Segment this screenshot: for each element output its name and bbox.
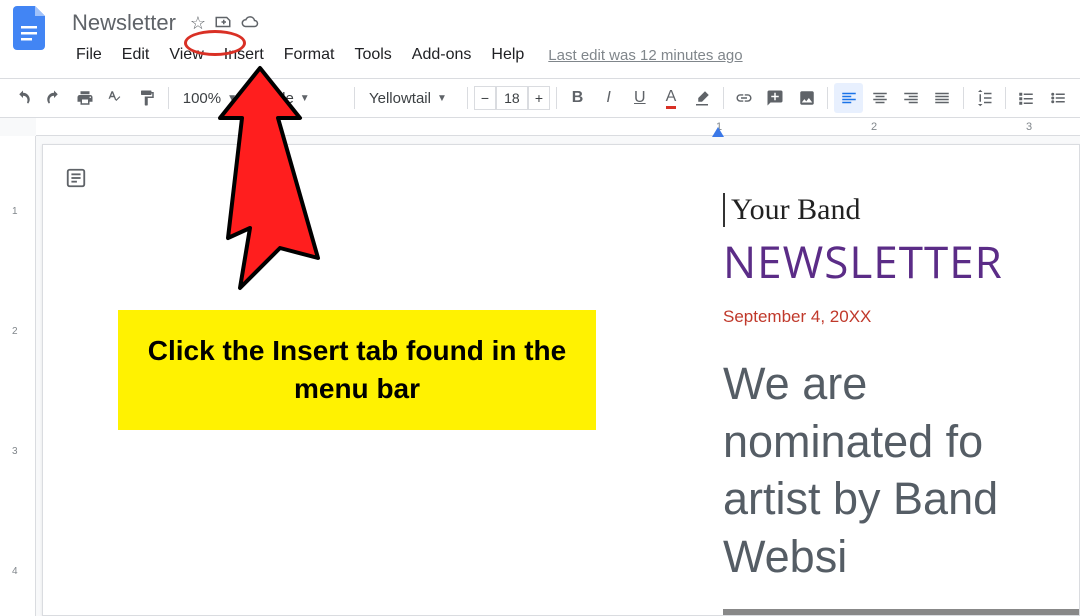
checklist-button[interactable] [1012,83,1041,113]
document-title[interactable]: Newsletter [68,8,180,38]
callout-line1: Click the Insert tab found in the [148,335,566,366]
style-dropdown[interactable]: Title ▼ [258,83,348,113]
last-edit-link[interactable]: Last edit was 12 minutes ago [548,47,742,64]
style-value: Title [266,90,294,107]
highlight-button[interactable] [688,83,717,113]
align-right-button[interactable] [896,83,925,113]
text-color-button[interactable]: A [656,83,685,113]
align-left-button[interactable] [834,83,863,113]
insert-link-button[interactable] [730,83,759,113]
vruler-tick: 1 [12,206,18,217]
toolbar: 100% ▼ Title ▼ Yellowtail ▼ − 18 + B I U A [0,78,1080,118]
chevron-down-icon: ▼ [437,93,447,104]
menu-file[interactable]: File [68,42,110,68]
font-size-increase[interactable]: + [528,86,550,110]
newsletter-date[interactable]: September 4, 20XX [723,307,1079,327]
insert-image-button[interactable] [792,83,821,113]
vruler-tick: 2 [12,326,18,337]
zoom-dropdown[interactable]: 100% ▼ [175,83,245,113]
document-content: Your Band NEWSLETTER September 4, 20XX W… [723,193,1079,616]
menu-bar: File Edit View Insert Format Tools Add-o… [68,42,743,68]
underline-button[interactable]: U [625,83,654,113]
vruler-tick: 3 [12,446,18,457]
headline-line2: artist by Band Websi [723,473,998,582]
headline-text[interactable]: We are nominated fo artist by Band Websi [723,355,1079,585]
ruler-tick: 2 [871,121,877,133]
band-name[interactable]: Your Band [723,193,1079,227]
font-value: Yellowtail [369,90,431,107]
ruler-tick: 3 [1026,121,1032,133]
callout-line2: menu bar [294,373,420,404]
menu-help[interactable]: Help [483,42,532,68]
headline-line1: We are nominated fo [723,358,983,467]
horizontal-ruler[interactable]: 1 2 3 [36,118,1080,136]
font-dropdown[interactable]: Yellowtail ▼ [361,83,461,113]
spellcheck-button[interactable] [101,83,130,113]
print-button[interactable] [70,83,99,113]
align-justify-button[interactable] [928,83,957,113]
italic-button[interactable]: I [594,83,623,113]
bulleted-list-button[interactable] [1043,83,1072,113]
indent-marker-icon[interactable] [712,127,724,137]
line-spacing-button[interactable] [970,83,999,113]
font-size-decrease[interactable]: − [474,86,496,110]
insert-comment-button[interactable] [761,83,790,113]
font-size-control: − 18 + [474,86,550,110]
bold-button[interactable]: B [563,83,592,113]
zoom-value: 100% [183,90,221,107]
menu-addons[interactable]: Add-ons [404,42,480,68]
redo-button[interactable] [39,83,68,113]
chevron-down-icon: ▼ [300,93,310,104]
menu-format[interactable]: Format [276,42,343,68]
outline-icon[interactable] [65,167,87,189]
annotation-callout: Click the Insert tab found in the menu b… [118,310,596,430]
docs-logo-icon[interactable] [10,8,50,48]
menu-tools[interactable]: Tools [346,42,399,68]
paint-format-button[interactable] [133,83,162,113]
article-image[interactable] [723,609,1080,616]
chevron-down-icon: ▼ [227,93,237,104]
undo-button[interactable] [8,83,37,113]
vertical-ruler[interactable]: 1 2 3 4 [0,136,36,616]
font-size-value[interactable]: 18 [496,86,528,110]
newsletter-title[interactable]: NEWSLETTER [723,231,1079,291]
menu-edit[interactable]: Edit [114,42,158,68]
align-center-button[interactable] [865,83,894,113]
cloud-icon[interactable] [240,13,260,34]
annotation-circle [184,30,246,56]
vruler-tick: 4 [12,566,18,577]
